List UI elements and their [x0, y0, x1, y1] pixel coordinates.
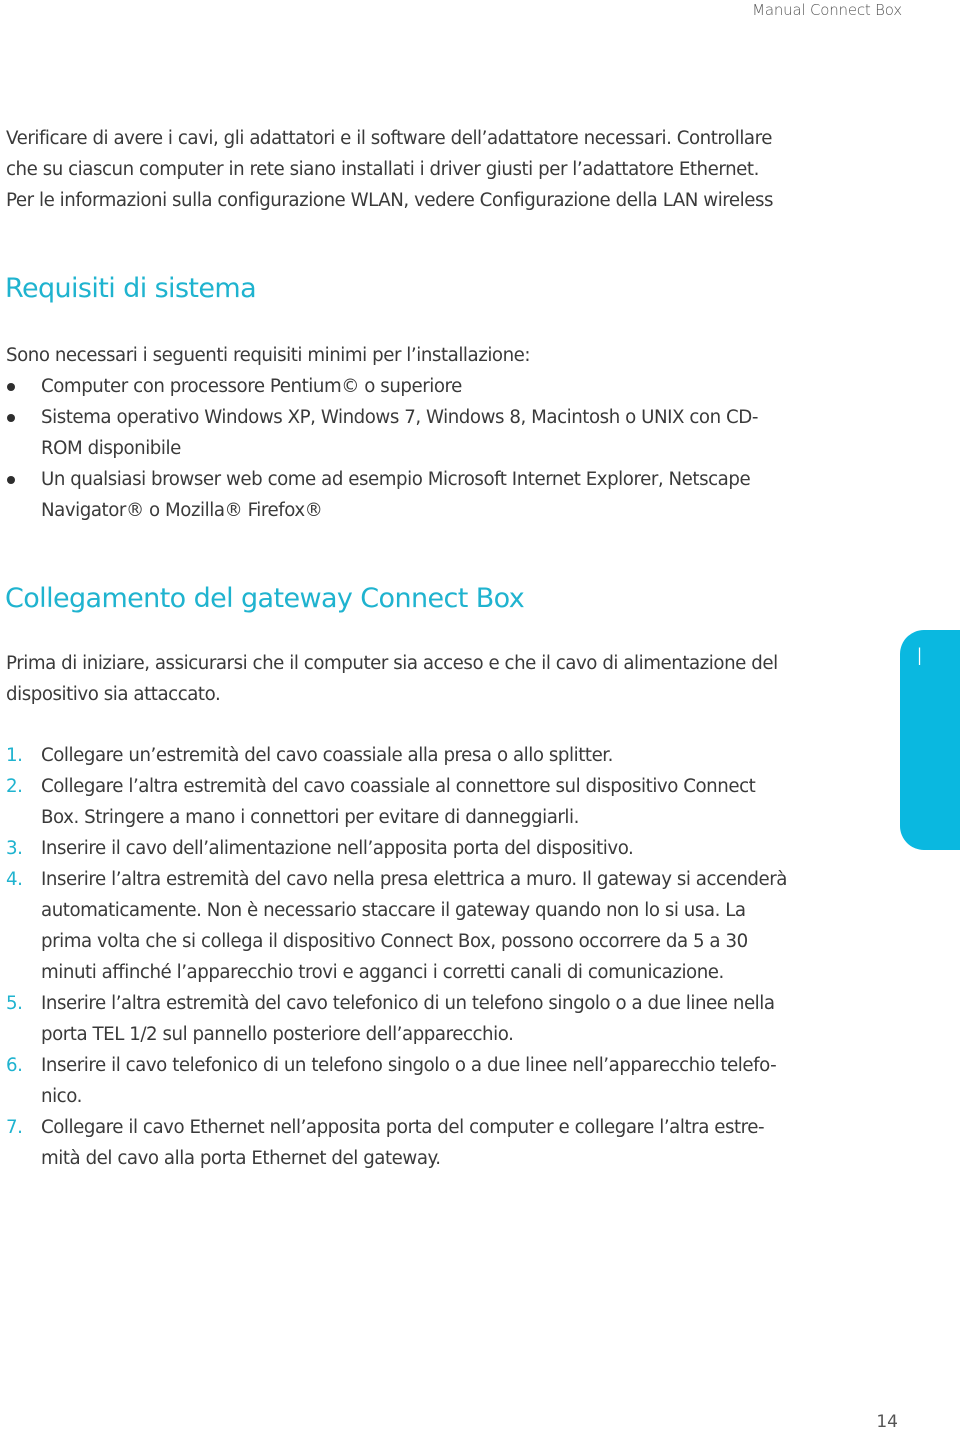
step-number: 4. [6, 869, 23, 890]
requirements-block: Sono necessari i seguenti requisiti mini… [6, 340, 826, 526]
step-item: 7. Collegare il cavo Ethernet nell’appos… [6, 1112, 846, 1174]
step-line: Collegare un’estremità del cavo coassial… [41, 745, 613, 766]
connection-intro-line: dispositivo sia attaccato. [6, 684, 221, 705]
list-item-line: Navigator® o Mozilla® Firefox® [41, 500, 323, 521]
requirements-list: Computer con processore Pentium© o super… [6, 371, 826, 526]
step-line: Box. Stringere a mano i connettori per e… [41, 807, 579, 828]
step-number: 2. [6, 776, 23, 797]
bullet-icon [7, 414, 15, 422]
list-item: Sistema operativo Windows XP, Windows 7,… [6, 402, 826, 464]
chapter-tab-label: I [916, 643, 924, 671]
step-line: mità del cavo alla porta Ethernet del ga… [41, 1148, 441, 1169]
step-line: Inserire il cavo dell’alimentazione nell… [41, 838, 634, 859]
page-number: 14 [876, 1412, 898, 1432]
connection-intro: Prima di iniziare, assicurarsi che il co… [6, 648, 846, 710]
step-item: 5. Inserire l’altra estremità del cavo t… [6, 988, 846, 1050]
section-heading-connection: Collegamento del gateway Connect Box [5, 583, 525, 614]
chapter-tab: I [900, 630, 960, 850]
step-line: minuti affinché l’apparecchio trovi e ag… [41, 962, 724, 983]
intro-paragraph: Verificare di avere i cavi, gli adattato… [6, 123, 906, 216]
step-line: Collegare il cavo Ethernet nell’apposita… [41, 1117, 765, 1138]
bullet-icon [7, 476, 15, 484]
step-number: 7. [6, 1117, 23, 1138]
step-item: 1. Collegare un’estremità del cavo coass… [6, 740, 846, 771]
step-item: 4. Inserire l’altra estremità del cavo n… [6, 864, 846, 988]
bullet-icon [7, 383, 15, 391]
step-line: Inserire l’altra estremità del cavo tele… [41, 993, 775, 1014]
running-header: Manual Connect Box [752, 1, 902, 19]
connection-steps-list: 1. Collegare un’estremità del cavo coass… [6, 740, 846, 1174]
list-item-line: Un qualsiasi browser web come ad esempio… [41, 469, 751, 490]
step-item: 3. Inserire il cavo dell’alimentazione n… [6, 833, 846, 864]
list-item: Computer con processore Pentium© o super… [6, 371, 826, 402]
step-line: nico. [41, 1086, 82, 1107]
section-heading-requirements: Requisiti di sistema [5, 273, 257, 304]
step-line: Collegare l’altra estremità del cavo coa… [41, 776, 756, 797]
list-item: Un qualsiasi browser web come ad esempio… [6, 464, 826, 526]
step-item: 6. Inserire il cavo telefonico di un tel… [6, 1050, 846, 1112]
intro-line: che su ciascun computer in rete siano in… [6, 159, 759, 180]
step-number: 5. [6, 993, 23, 1014]
intro-line: Per le informazioni sulla configurazione… [6, 190, 774, 211]
list-item-line: Computer con processore Pentium© o super… [41, 376, 462, 397]
step-line: Inserire l’altra estremità del cavo nell… [41, 869, 787, 890]
step-line: Inserire il cavo telefonico di un telefo… [41, 1055, 777, 1076]
intro-line: Verificare di avere i cavi, gli adattato… [6, 128, 772, 149]
step-item: 2. Collegare l’altra estremità del cavo … [6, 771, 846, 833]
list-item-line: Sistema operativo Windows XP, Windows 7,… [41, 407, 758, 428]
step-number: 6. [6, 1055, 23, 1076]
step-number: 1. [6, 745, 23, 766]
step-number: 3. [6, 838, 23, 859]
step-line: prima volta che si collega il dispositiv… [41, 931, 748, 952]
requirements-lead: Sono necessari i seguenti requisiti mini… [6, 345, 531, 366]
step-line: porta TEL 1/2 sul pannello posteriore de… [41, 1024, 514, 1045]
connection-intro-line: Prima di iniziare, assicurarsi che il co… [6, 653, 778, 674]
list-item-line: ROM disponibile [41, 438, 181, 459]
step-line: automaticamente. Non è necessario stacca… [41, 900, 746, 921]
